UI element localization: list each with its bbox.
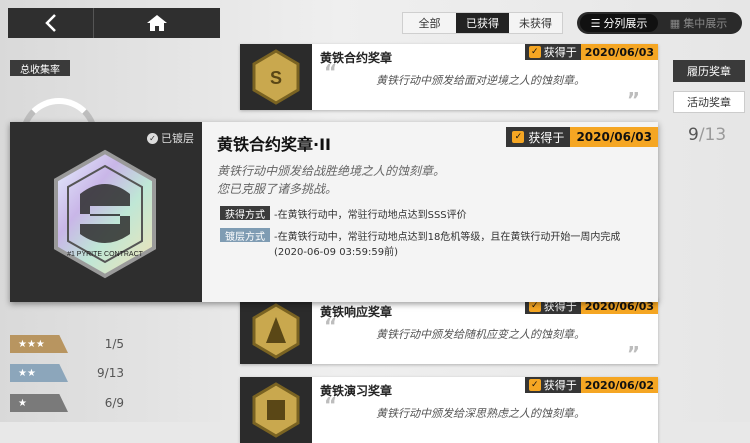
medal-hexagon-icon [252,382,300,438]
detail-desc-line2: 您已克服了诸多挑战。 [217,182,338,196]
svg-text:S: S [270,68,282,88]
grid-mode-button[interactable]: ▦ 集中展示 [658,15,739,31]
quote-open-icon: “ [324,393,338,417]
home-icon [147,15,167,31]
medal-inscription: #1 PYRITE CONTRACT [67,251,144,258]
plated-label: 已镀层 [161,132,194,145]
total-rate-label: 总收集率 [10,60,70,76]
star-3-count: 1/5 [104,337,124,351]
grid-mode-label: 集中展示 [683,17,728,30]
activity-count-got: 9 [688,125,699,145]
grid-icon: ▦ [669,16,681,30]
quote-open-icon: “ [324,314,338,338]
filter-tabs: 全部 已获得 未获得 [402,12,563,34]
star-row-2: ★★ 9/13 [10,364,124,382]
medal-detail-panel[interactable]: ✓ 已镀层 #1 PYRITE CONTRACT 黄铁合约奖章·II ✓ 获得于 … [10,122,658,302]
obtained-label: 获得于 [543,379,577,392]
pyrite-contract-medal-icon: #1 PYRITE CONTRACT [54,149,156,279]
list-mode-button[interactable]: ☰ 分列展示 [580,14,658,32]
star-2-count: 9/13 [97,366,124,380]
medal-desc: 黄铁行动中颁发给随机应变之人的蚀刻章。 [376,328,585,341]
check-icon: ✓ [528,379,541,391]
obtained-date: ✓ 获得于 2020/06/02 [524,377,658,393]
medal-hexagon-icon [252,303,300,359]
activity-medal-count: 9/13 [688,125,726,145]
detail-obtained-label: 获得于 [528,130,565,145]
plating-method-text: -在黄铁行动中，常驻行动地点达到18危机等级，且在黄铁行动开始一周内完成(202… [274,232,621,258]
star-2-tag: ★★ [10,364,68,382]
star-3-tag: ★★★ [10,335,68,353]
plating-method-row: 镀层方式 -在黄铁行动中，常驻行动地点达到18危机等级，且在黄铁行动开始一周内完… [220,228,640,258]
filter-all[interactable]: 全部 [403,13,456,33]
home-button[interactable] [94,8,220,38]
detail-title: 黄铁合约奖章·II [217,135,331,154]
back-button[interactable] [8,8,94,38]
star-row-1: ★ 6/9 [10,394,124,412]
check-icon: ✓ [512,131,525,143]
filter-obtained[interactable]: 已获得 [456,13,509,33]
obtained-date-value: 2020/06/02 [580,377,658,393]
obtain-method-row: 获得方式 -在黄铁行动中，常驻行动地点达到SSS评价 [220,206,640,221]
obtain-method-text: -在黄铁行动中，常驻行动地点达到SSS评价 [274,210,467,221]
star-row-3: ★★★ 1/5 [10,335,124,353]
plating-method-tag: 镀层方式 [220,228,270,243]
medal-card[interactable]: 黄铁演习奖章 “ 黄铁行动中颁发给深思熟虑之人的蚀刻章。 ✓ 获得于 2020/0… [240,377,658,443]
medal-card[interactable]: S 黄铁合约奖章 “ 黄铁行动中颁发给面对逆境之人的蚀刻章。 ” ✓ 获得于 20… [240,44,658,112]
obtained-date: ✓ 获得于 2020/06/03 [524,44,658,60]
detail-description: 黄铁行动中颁发给战胜绝境之人的蚀刻章。 您已克服了诸多挑战。 [217,162,445,198]
medal-thumbnail [240,377,312,443]
detail-desc-line1: 黄铁行动中颁发给战胜绝境之人的蚀刻章。 [217,164,446,178]
obtained-label: 获得于 [543,46,577,59]
top-bar [8,8,220,38]
check-icon: ✓ [528,46,541,58]
medal-card[interactable]: 黄铁响应奖章 “ 黄铁行动中颁发给随机应变之人的蚀刻章。 ” ✓ 获得于 2020… [240,298,658,366]
tab-history-medals[interactable]: 履历奖章 [673,60,745,82]
activity-count-total: /13 [698,125,727,145]
detail-obtained-date: ✓ 获得于 2020/06/03 [506,127,658,147]
medal-desc: 黄铁行动中颁发给面对逆境之人的蚀刻章。 [376,74,585,87]
medal-detail-image-area: ✓ 已镀层 #1 PYRITE CONTRACT [10,122,202,302]
check-circle-icon: ✓ [147,132,158,144]
back-arrow-icon [44,14,56,32]
display-mode-toggle: ☰ 分列展示 ▦ 集中展示 [577,12,742,34]
quote-close-icon: ” [626,88,640,112]
medal-hexagon-icon: S [252,49,300,105]
obtain-method-tag: 获得方式 [220,206,270,221]
tab-activity-medals[interactable]: 活动奖章 [673,91,745,113]
medal-thumbnail: S [240,44,312,110]
quote-close-icon: ” [626,342,640,366]
star-1-tag: ★ [10,394,68,412]
quote-open-icon: “ [324,60,338,84]
medal-thumbnail [240,298,312,364]
star-1-count: 6/9 [104,396,124,410]
medal-desc: 黄铁行动中颁发给深思熟虑之人的蚀刻章。 [376,407,585,420]
detail-date-value: 2020/06/03 [570,127,658,147]
obtained-date-value: 2020/06/03 [580,44,658,60]
list-icon: ☰ [590,16,601,30]
filter-unobtained[interactable]: 未获得 [509,13,562,33]
list-mode-label: 分列展示 [603,17,648,30]
